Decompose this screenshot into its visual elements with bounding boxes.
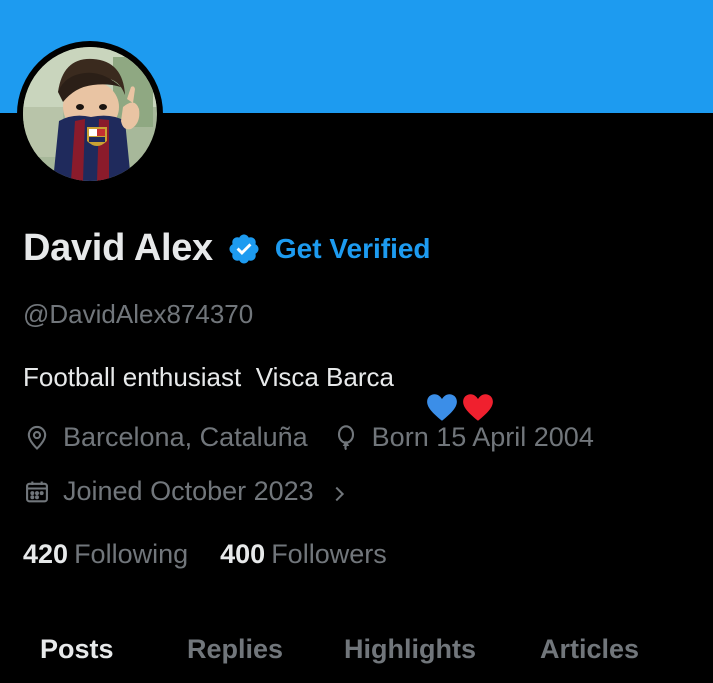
red-heart-icon [432,360,493,421]
avatar[interactable] [17,41,163,187]
get-verified-link[interactable]: Get Verified [275,233,431,265]
verified-badge-icon[interactable] [227,232,261,266]
avatar-image [23,47,157,181]
display-name: David Alex [23,227,213,269]
followers-label: Followers [271,539,387,569]
follow-stats: 420 Following 400 Followers [23,539,419,570]
location-pin-icon [23,424,51,452]
user-handle: @DavidAlex874370 [23,299,254,329]
tab-highlights[interactable]: Highlights [344,634,476,665]
following-count: 420 [23,539,69,569]
following-link[interactable]: 420 Following [23,539,188,570]
profile-tabs: Posts Replies Highlights Articles [0,618,713,683]
tab-replies[interactable]: Replies [187,634,283,665]
following-label: Following [74,539,189,569]
tab-articles[interactable]: Articles [540,634,639,665]
birthday-text: Born 15 April 2004 [371,422,594,452]
followers-link[interactable]: 400 Followers [220,539,387,570]
bio-text: Football enthusiast Visca Barca [23,361,394,392]
bio: Football enthusiast Visca Barca [23,360,493,421]
tab-posts[interactable]: Posts [40,634,114,665]
calendar-icon [23,478,51,506]
profile-meta-row: Barcelona, Cataluña Born 15 April 2004 [23,422,618,453]
joined-row[interactable]: Joined October 2023 [23,476,350,507]
followers-count: 400 [220,539,266,569]
location-item: Barcelona, Cataluña [23,422,308,453]
location-text: Barcelona, Cataluña [63,422,308,452]
name-row: David Alex Get Verified [23,227,431,270]
joined-text: Joined October 2023 [63,476,314,506]
blue-heart-icon [396,360,457,421]
balloon-icon [332,424,360,452]
birthday-item: Born 15 April 2004 [332,422,594,453]
chevron-right-icon[interactable] [328,481,350,503]
